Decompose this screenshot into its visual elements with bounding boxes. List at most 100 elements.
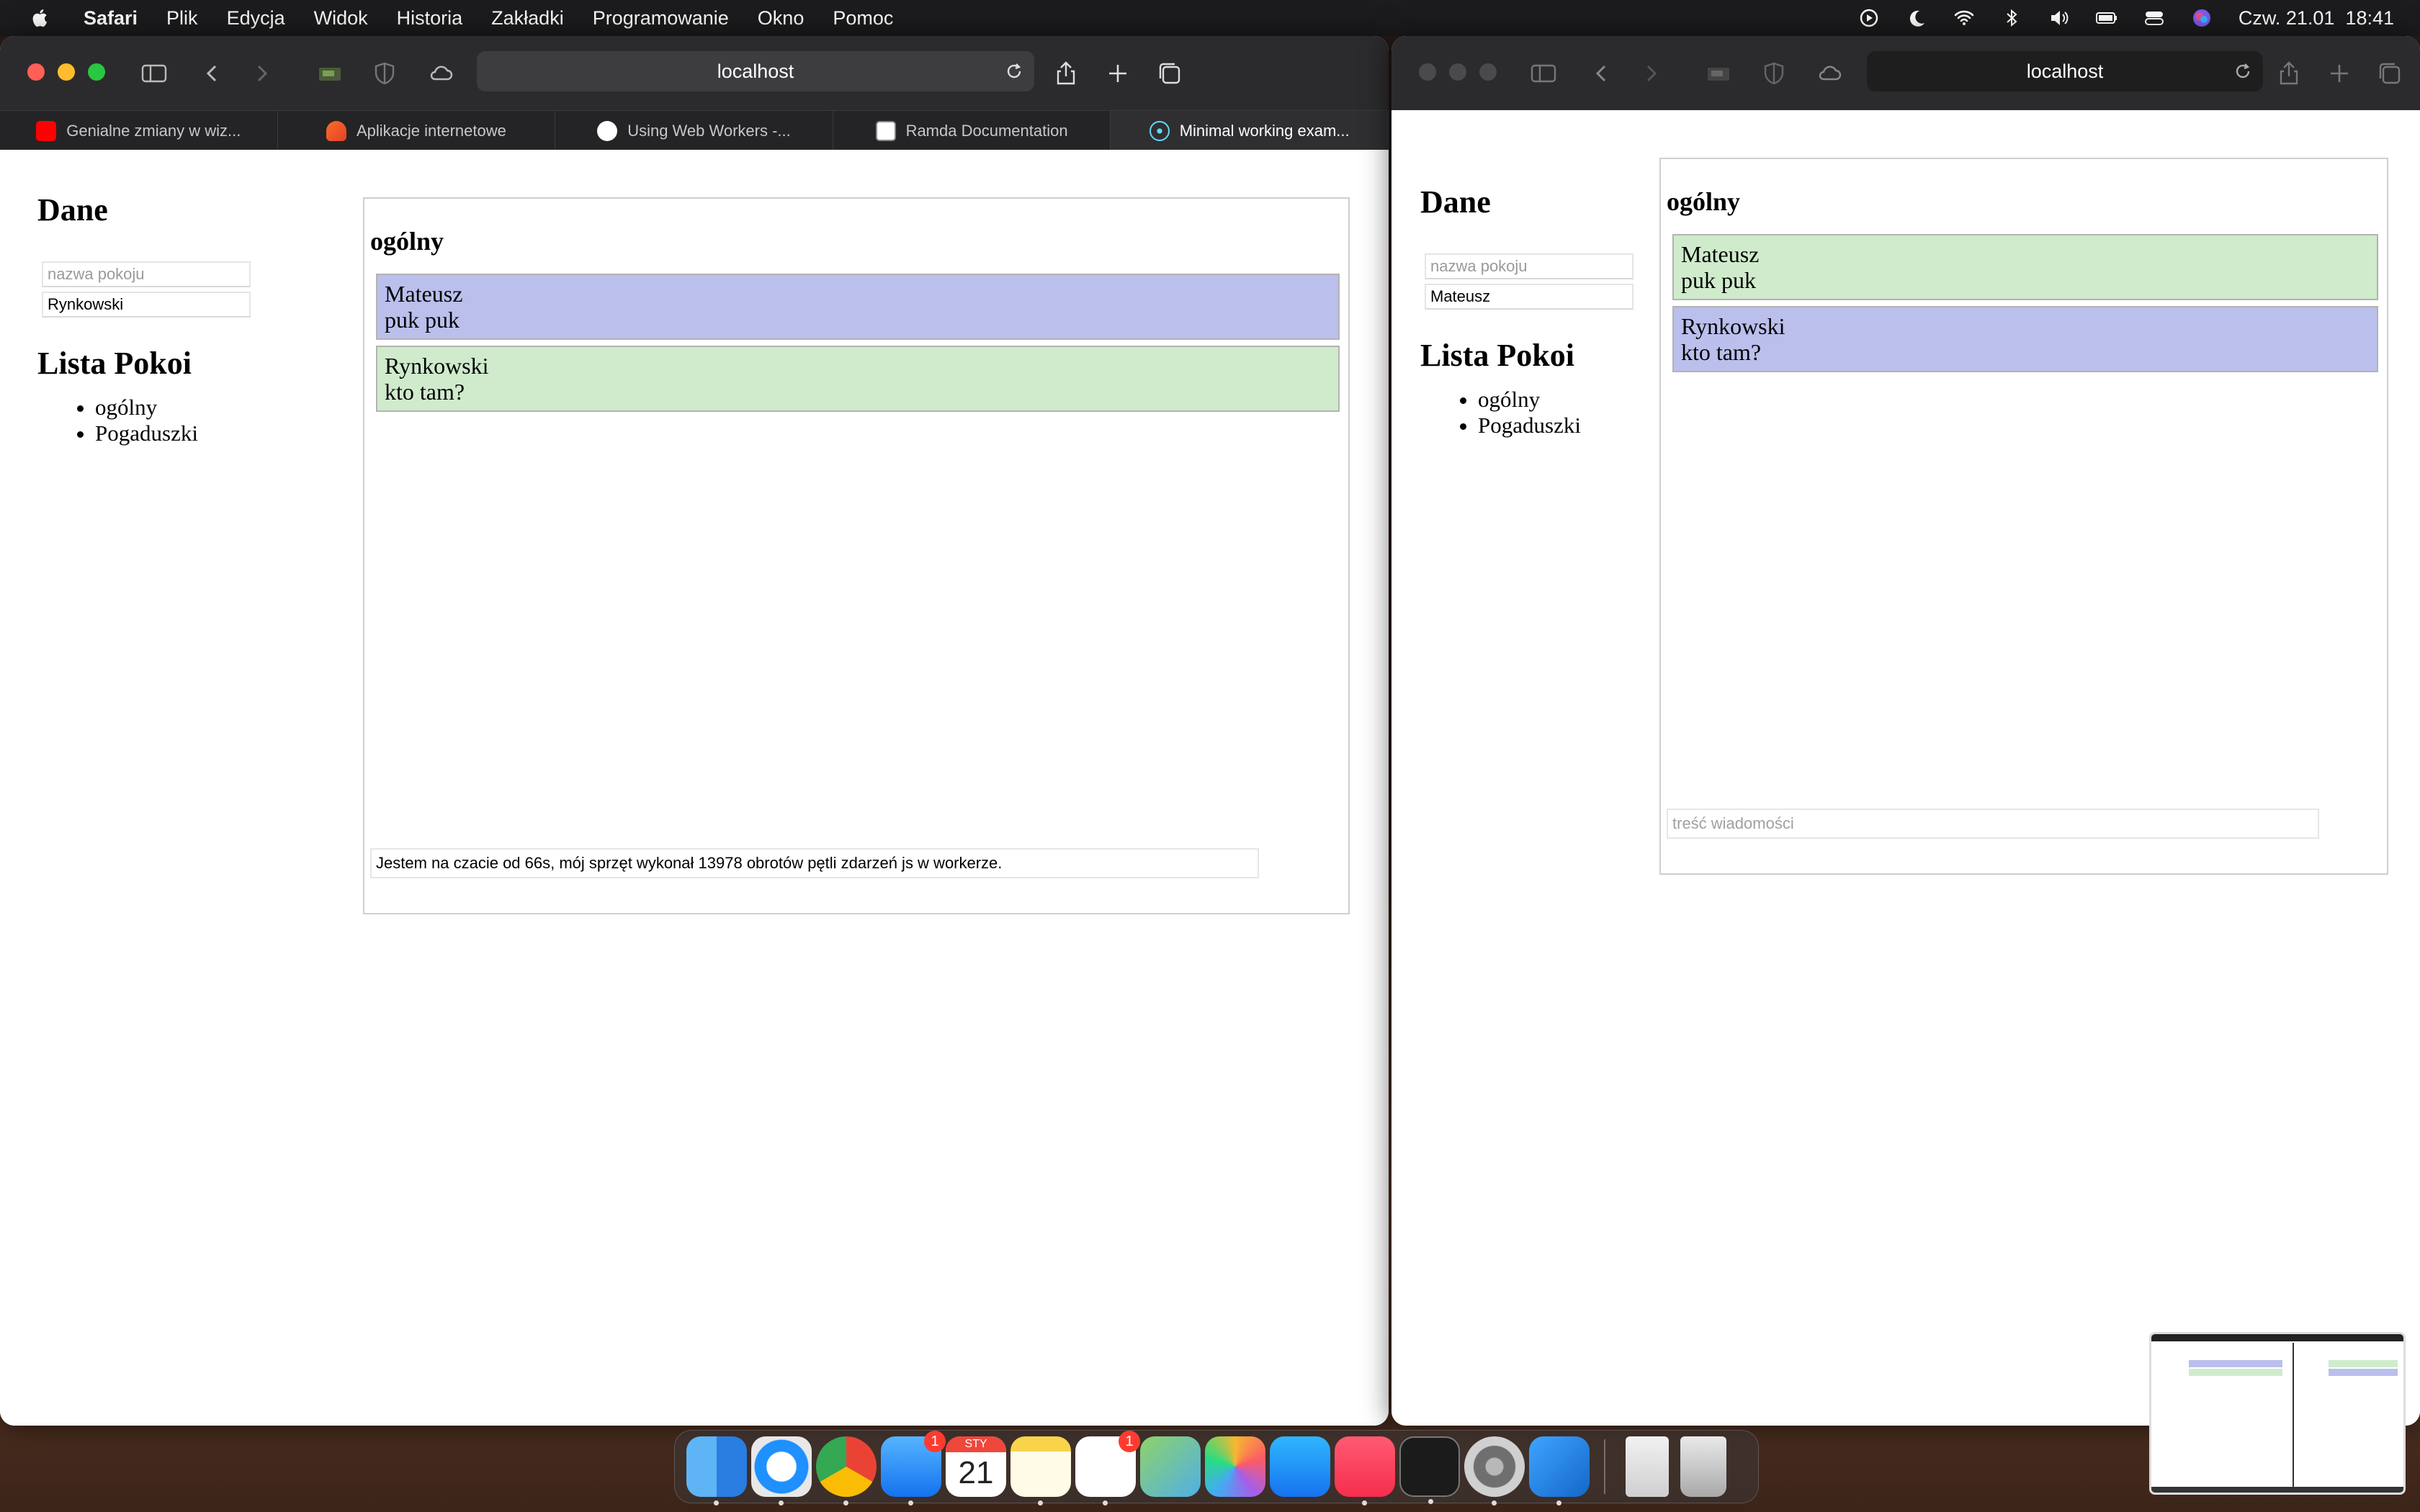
battery-icon[interactable] bbox=[2095, 7, 2118, 29]
address-bar[interactable]: localhost bbox=[1867, 51, 2263, 91]
room-title: ogólny bbox=[370, 227, 444, 256]
message-item: Mateusz puk puk bbox=[1672, 234, 2378, 300]
message-item: Mateusz puk puk bbox=[376, 274, 1340, 340]
room-item-general[interactable]: ogólny bbox=[1478, 387, 1634, 413]
documents-stack-icon[interactable] bbox=[1626, 1436, 1669, 1497]
menu-bookmarks[interactable]: Zakładki bbox=[491, 7, 564, 30]
dock: 1 STY 21 1 bbox=[674, 1430, 1759, 1506]
close-window-button[interactable] bbox=[1419, 63, 1436, 81]
message-author: Rynkowski bbox=[385, 353, 489, 379]
tab-mdn[interactable]: Using Web Workers -... bbox=[555, 111, 833, 150]
share-icon[interactable] bbox=[1052, 59, 1080, 88]
message-author: Rynkowski bbox=[1681, 313, 1785, 339]
tab-ramda[interactable]: Ramda Documentation bbox=[833, 111, 1111, 150]
thumbnail-message bbox=[2329, 1369, 2398, 1376]
menu-app-name[interactable]: Safari bbox=[84, 7, 138, 30]
tab-gitlab[interactable]: Aplikacje internetowe bbox=[278, 111, 556, 150]
message-text: puk puk bbox=[1681, 267, 1756, 293]
back-icon[interactable] bbox=[1587, 59, 1616, 88]
minimize-window-button[interactable] bbox=[1449, 63, 1466, 81]
photos-icon[interactable] bbox=[1205, 1436, 1265, 1497]
control-center-icon[interactable] bbox=[2143, 7, 2165, 29]
zoom-window-button[interactable] bbox=[88, 63, 105, 81]
share-icon[interactable] bbox=[2275, 59, 2303, 88]
play-icon[interactable] bbox=[1858, 7, 1880, 29]
safari-icon[interactable] bbox=[751, 1436, 812, 1506]
new-tab-icon[interactable] bbox=[2325, 59, 2354, 88]
reminders-icon[interactable]: 1 bbox=[1075, 1431, 1140, 1506]
volume-icon[interactable] bbox=[2048, 7, 2070, 29]
menu-help[interactable]: Pomoc bbox=[833, 7, 893, 30]
screenshot-preview-thumbnail[interactable] bbox=[2149, 1332, 2406, 1495]
privacy-shield-icon[interactable] bbox=[1760, 59, 1788, 88]
icloud-tabs-icon[interactable] bbox=[1815, 59, 1844, 88]
menu-clock[interactable]: Czw. 21.01 18:41 bbox=[2238, 7, 2394, 30]
thumbnail-message bbox=[2189, 1369, 2282, 1376]
system-preferences-icon[interactable] bbox=[1464, 1436, 1525, 1506]
back-icon[interactable] bbox=[198, 59, 227, 88]
message-author: Mateusz bbox=[1681, 241, 1760, 267]
minimize-window-button[interactable] bbox=[58, 63, 75, 81]
tab-label: Ramda Documentation bbox=[905, 121, 1068, 140]
tab-react-active[interactable]: Minimal working exam... bbox=[1111, 111, 1389, 150]
focus-moon-icon[interactable] bbox=[1906, 7, 1927, 29]
room-item-chat[interactable]: Pogaduszki bbox=[95, 420, 251, 446]
room-name-input[interactable] bbox=[1425, 253, 1634, 279]
tab-overview-icon[interactable] bbox=[1155, 59, 1184, 88]
menu-window[interactable]: Okno bbox=[758, 7, 805, 30]
sidebar-toggle-icon[interactable] bbox=[1529, 59, 1558, 88]
terminal-icon[interactable] bbox=[1399, 1436, 1460, 1504]
running-indicator bbox=[1556, 1500, 1561, 1506]
menu-view[interactable]: Widok bbox=[314, 7, 368, 30]
menu-edit[interactable]: Edycja bbox=[227, 7, 285, 30]
music-icon[interactable] bbox=[1335, 1436, 1395, 1506]
trash-icon[interactable] bbox=[1680, 1436, 1726, 1497]
room-title: ogólny bbox=[1667, 187, 1741, 216]
app-store-icon[interactable] bbox=[1270, 1436, 1330, 1497]
reload-icon[interactable] bbox=[1004, 61, 1024, 81]
mail-badge: 1 bbox=[924, 1431, 946, 1452]
username-input[interactable] bbox=[1425, 284, 1634, 310]
message-text: kto tam? bbox=[385, 379, 465, 405]
tab-youtube[interactable]: Genialne zmiany w wiz... bbox=[0, 111, 278, 150]
running-indicator bbox=[714, 1500, 719, 1506]
sidebar-toggle-icon[interactable] bbox=[140, 59, 169, 88]
vscode-icon[interactable] bbox=[1529, 1436, 1590, 1506]
apple-menu-icon[interactable] bbox=[32, 9, 48, 27]
address-bar[interactable]: localhost bbox=[477, 51, 1034, 91]
wifi-icon[interactable] bbox=[1953, 7, 1975, 29]
forward-icon[interactable] bbox=[1636, 59, 1665, 88]
new-tab-icon[interactable] bbox=[1103, 59, 1132, 88]
forward-icon[interactable] bbox=[247, 59, 276, 88]
thumbnail-message bbox=[2329, 1360, 2398, 1367]
zoom-window-button[interactable] bbox=[1479, 63, 1497, 81]
chat-room-panel: ogólny Mateusz puk puk Rynkowski kto tam… bbox=[363, 197, 1350, 914]
calendar-icon[interactable]: STY 21 bbox=[946, 1436, 1006, 1497]
message-input[interactable] bbox=[1667, 809, 2319, 839]
menu-file[interactable]: Plik bbox=[166, 7, 198, 30]
notes-icon[interactable] bbox=[1010, 1436, 1071, 1506]
room-item-general[interactable]: ogólny bbox=[95, 395, 251, 420]
finder-icon[interactable] bbox=[686, 1436, 747, 1506]
maps-icon[interactable] bbox=[1140, 1436, 1201, 1497]
extension-icon[interactable] bbox=[315, 59, 344, 88]
room-name-input[interactable] bbox=[42, 261, 251, 287]
siri-icon[interactable] bbox=[2191, 7, 2213, 29]
extension-icon[interactable] bbox=[1704, 59, 1733, 88]
privacy-shield-icon[interactable] bbox=[370, 59, 399, 88]
menu-history[interactable]: Historia bbox=[397, 7, 463, 30]
close-window-button[interactable] bbox=[27, 63, 45, 81]
chrome-icon[interactable] bbox=[816, 1436, 877, 1506]
username-input[interactable] bbox=[42, 292, 251, 318]
icloud-tabs-icon[interactable] bbox=[426, 59, 455, 88]
menu-develop[interactable]: Programowanie bbox=[593, 7, 729, 30]
room-item-chat[interactable]: Pogaduszki bbox=[1478, 413, 1634, 438]
url-text: localhost bbox=[717, 60, 794, 82]
mail-icon[interactable]: 1 bbox=[881, 1431, 946, 1506]
bluetooth-icon[interactable] bbox=[2001, 7, 2022, 29]
reload-icon[interactable] bbox=[2233, 61, 2253, 81]
running-indicator bbox=[1038, 1500, 1043, 1506]
toolbar: localhost bbox=[1392, 36, 2420, 110]
tab-overview-icon[interactable] bbox=[2375, 59, 2404, 88]
message-item: Rynkowski kto tam? bbox=[376, 346, 1340, 412]
